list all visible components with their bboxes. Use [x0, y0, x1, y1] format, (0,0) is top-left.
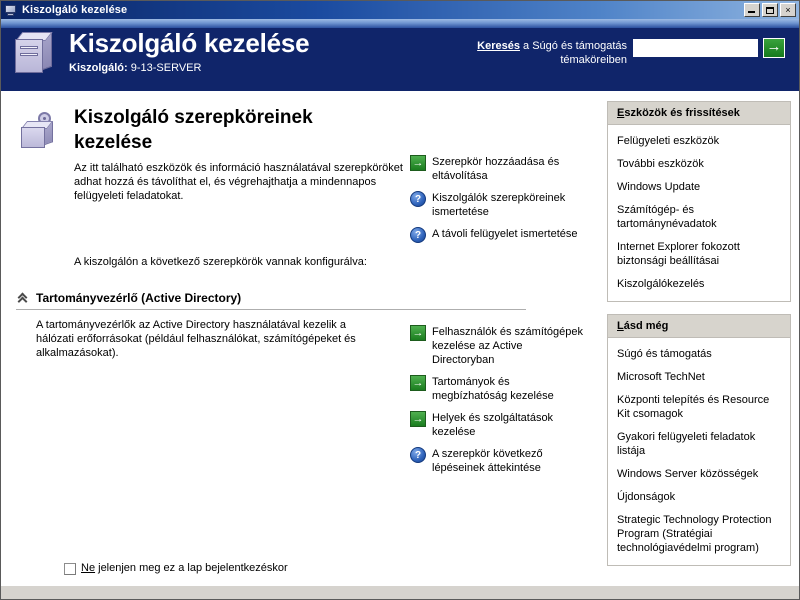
- panel-header-rest: szközök és frissítések: [624, 107, 740, 119]
- banner-subtitle: Kiszolgáló: 9-13-SERVER: [69, 61, 309, 75]
- sidebar-link[interactable]: Számítógép- és tartománynévadatok: [617, 203, 781, 231]
- hide-page-checkbox-label: Ne jelenjen meg ez a lap bejelentkezésko…: [81, 562, 288, 575]
- server-roles-icon: [20, 109, 66, 155]
- blue-help-icon: [410, 227, 426, 243]
- search-go-button[interactable]: [763, 37, 785, 58]
- server-manager-window: Kiszolgáló kezelése × Kiszolgáló kezelés…: [0, 0, 800, 600]
- close-button[interactable]: ×: [780, 3, 796, 17]
- blue-help-icon: [410, 447, 426, 463]
- sidebar-link[interactable]: Microsoft TechNet: [617, 370, 781, 384]
- window-status-strip: [1, 585, 799, 599]
- action-link-label: A távoli felügyelet ismertetése: [432, 228, 578, 240]
- action-link[interactable]: Helyek és szolgáltatások kezelése: [410, 411, 585, 439]
- panel-see-also: Lásd még Súgó és támogatás Microsoft Tec…: [607, 314, 791, 566]
- green-arrow-icon: [410, 411, 426, 427]
- blue-help-icon: [410, 191, 426, 207]
- role-title: Tartományvezérlő (Active Directory): [36, 291, 242, 305]
- window-controls: ×: [744, 3, 797, 17]
- configured-roles-line: A kiszolgálón a következő szerepkörök va…: [74, 256, 367, 268]
- action-link-label: Felhasználók és számítógépek kezelése az…: [432, 326, 584, 366]
- sidebar-link[interactable]: További eszközök: [617, 157, 781, 171]
- panel-header-tools-and-updates: Eszközök és frissítések: [608, 102, 790, 125]
- search-label: Keresés a Súgó és támogatás témaköreiben: [475, 39, 627, 67]
- right-sidebar: Eszközök és frissítések Felügyeleti eszk…: [607, 91, 799, 585]
- banner-gradient-strip: [1, 19, 799, 28]
- action-link-label: Helyek és szolgáltatások kezelése: [432, 412, 554, 438]
- server-monitor-icon: [4, 4, 18, 17]
- action-link[interactable]: A távoli felügyelet ismertetése: [410, 227, 585, 243]
- sidebar-link[interactable]: Újdonságok: [617, 490, 781, 504]
- sidebar-link[interactable]: Windows Update: [617, 180, 781, 194]
- checkbox-label-rest: jelenjen meg ez a lap bejelentkezéskor: [95, 562, 288, 574]
- sidebar-link[interactable]: Gyakori felügyeleti feladatok listája: [617, 430, 781, 458]
- role-action-links: Felhasználók és számítógépek kezelése az…: [410, 325, 585, 483]
- chevron-up-double-icon[interactable]: [16, 291, 30, 305]
- sidebar-link[interactable]: Windows Server közösségek: [617, 467, 781, 481]
- action-link[interactable]: Szerepkör hozzáadása és eltávolítása: [410, 155, 585, 183]
- action-link[interactable]: Felhasználók és számítógépek kezelése az…: [410, 325, 585, 367]
- sidebar-link[interactable]: Felügyeleti eszközök: [617, 134, 781, 148]
- action-link-label: Szerepkör hozzáadása és eltávolítása: [432, 156, 560, 182]
- hide-page-checkbox[interactable]: [64, 562, 76, 575]
- panel-tools-and-updates: Eszközök és frissítések Felügyeleti eszk…: [607, 101, 791, 302]
- action-link[interactable]: A szerepkör következő lépéseinek áttekin…: [410, 447, 585, 475]
- banner-title: Kiszolgáló kezelése: [69, 28, 310, 58]
- main-content: Kiszolgáló szerepköreinek kezelése Az it…: [2, 91, 607, 585]
- search-input[interactable]: [633, 39, 758, 57]
- close-icon: ×: [785, 4, 791, 15]
- action-link-label: A szerepkör következő lépéseinek áttekin…: [432, 448, 543, 474]
- page-banner: Kiszolgáló kezelése Kiszolgáló: 9-13-SER…: [1, 19, 799, 91]
- sidebar-link[interactable]: Internet Explorer fokozott biztonsági be…: [617, 240, 781, 268]
- hide-page-checkbox-row[interactable]: Ne jelenjen meg ez a lap bejelentkezésko…: [64, 562, 288, 575]
- panel-header-see-also: Lásd még: [608, 315, 790, 338]
- search-label-bold: Keresés: [477, 40, 520, 52]
- banner-subtitle-label: Kiszolgáló:: [69, 62, 128, 74]
- window-titlebar: Kiszolgáló kezelése ×: [1, 1, 799, 19]
- window-title: Kiszolgáló kezelése: [22, 4, 128, 16]
- sidebar-link[interactable]: Kiszolgálókezelés: [617, 277, 781, 291]
- sidebar-link[interactable]: Strategic Technology Protection Program …: [617, 513, 781, 555]
- search-label-rest: a Súgó és támogatás témaköreiben: [519, 40, 627, 66]
- panel-header-rest: ásd még: [623, 320, 669, 332]
- sidebar-link[interactable]: Központi telepítés és Resource Kit csoma…: [617, 393, 781, 421]
- intro-paragraph: Az itt található eszközök és információ …: [74, 162, 403, 202]
- action-link[interactable]: Kiszolgálók szerepköreinek ismertetése: [410, 191, 585, 219]
- top-action-links: Szerepkör hozzáadása és eltávolítása Kis…: [410, 155, 585, 251]
- green-arrow-icon: [410, 155, 426, 171]
- green-arrow-icon: [410, 325, 426, 341]
- checkbox-accesskey: Ne: [81, 562, 96, 574]
- minimize-button[interactable]: [744, 3, 760, 17]
- sidebar-link[interactable]: Súgó és támogatás: [617, 347, 781, 361]
- action-link-label: Tartományok és megbízhatóság kezelése: [432, 376, 554, 402]
- action-link-label: Kiszolgálók szerepköreinek ismertetése: [432, 192, 566, 218]
- green-arrow-icon: [410, 375, 426, 391]
- role-description: A tartományvezérlők az Active Directory …: [36, 319, 356, 359]
- server-tower-icon: [15, 30, 59, 78]
- banner-subtitle-value: 9-13-SERVER: [130, 62, 202, 74]
- help-search-area: Keresés a Súgó és támogatás témaköreiben: [475, 28, 799, 67]
- page-title: Kiszolgáló szerepköreinek kezelése: [74, 107, 313, 153]
- panel-header-accesskey: L: [617, 320, 624, 332]
- client-area: Kiszolgáló szerepköreinek kezelése Az it…: [1, 91, 799, 585]
- action-link[interactable]: Tartományok és megbízhatóság kezelése: [410, 375, 585, 403]
- maximize-button[interactable]: [762, 3, 778, 17]
